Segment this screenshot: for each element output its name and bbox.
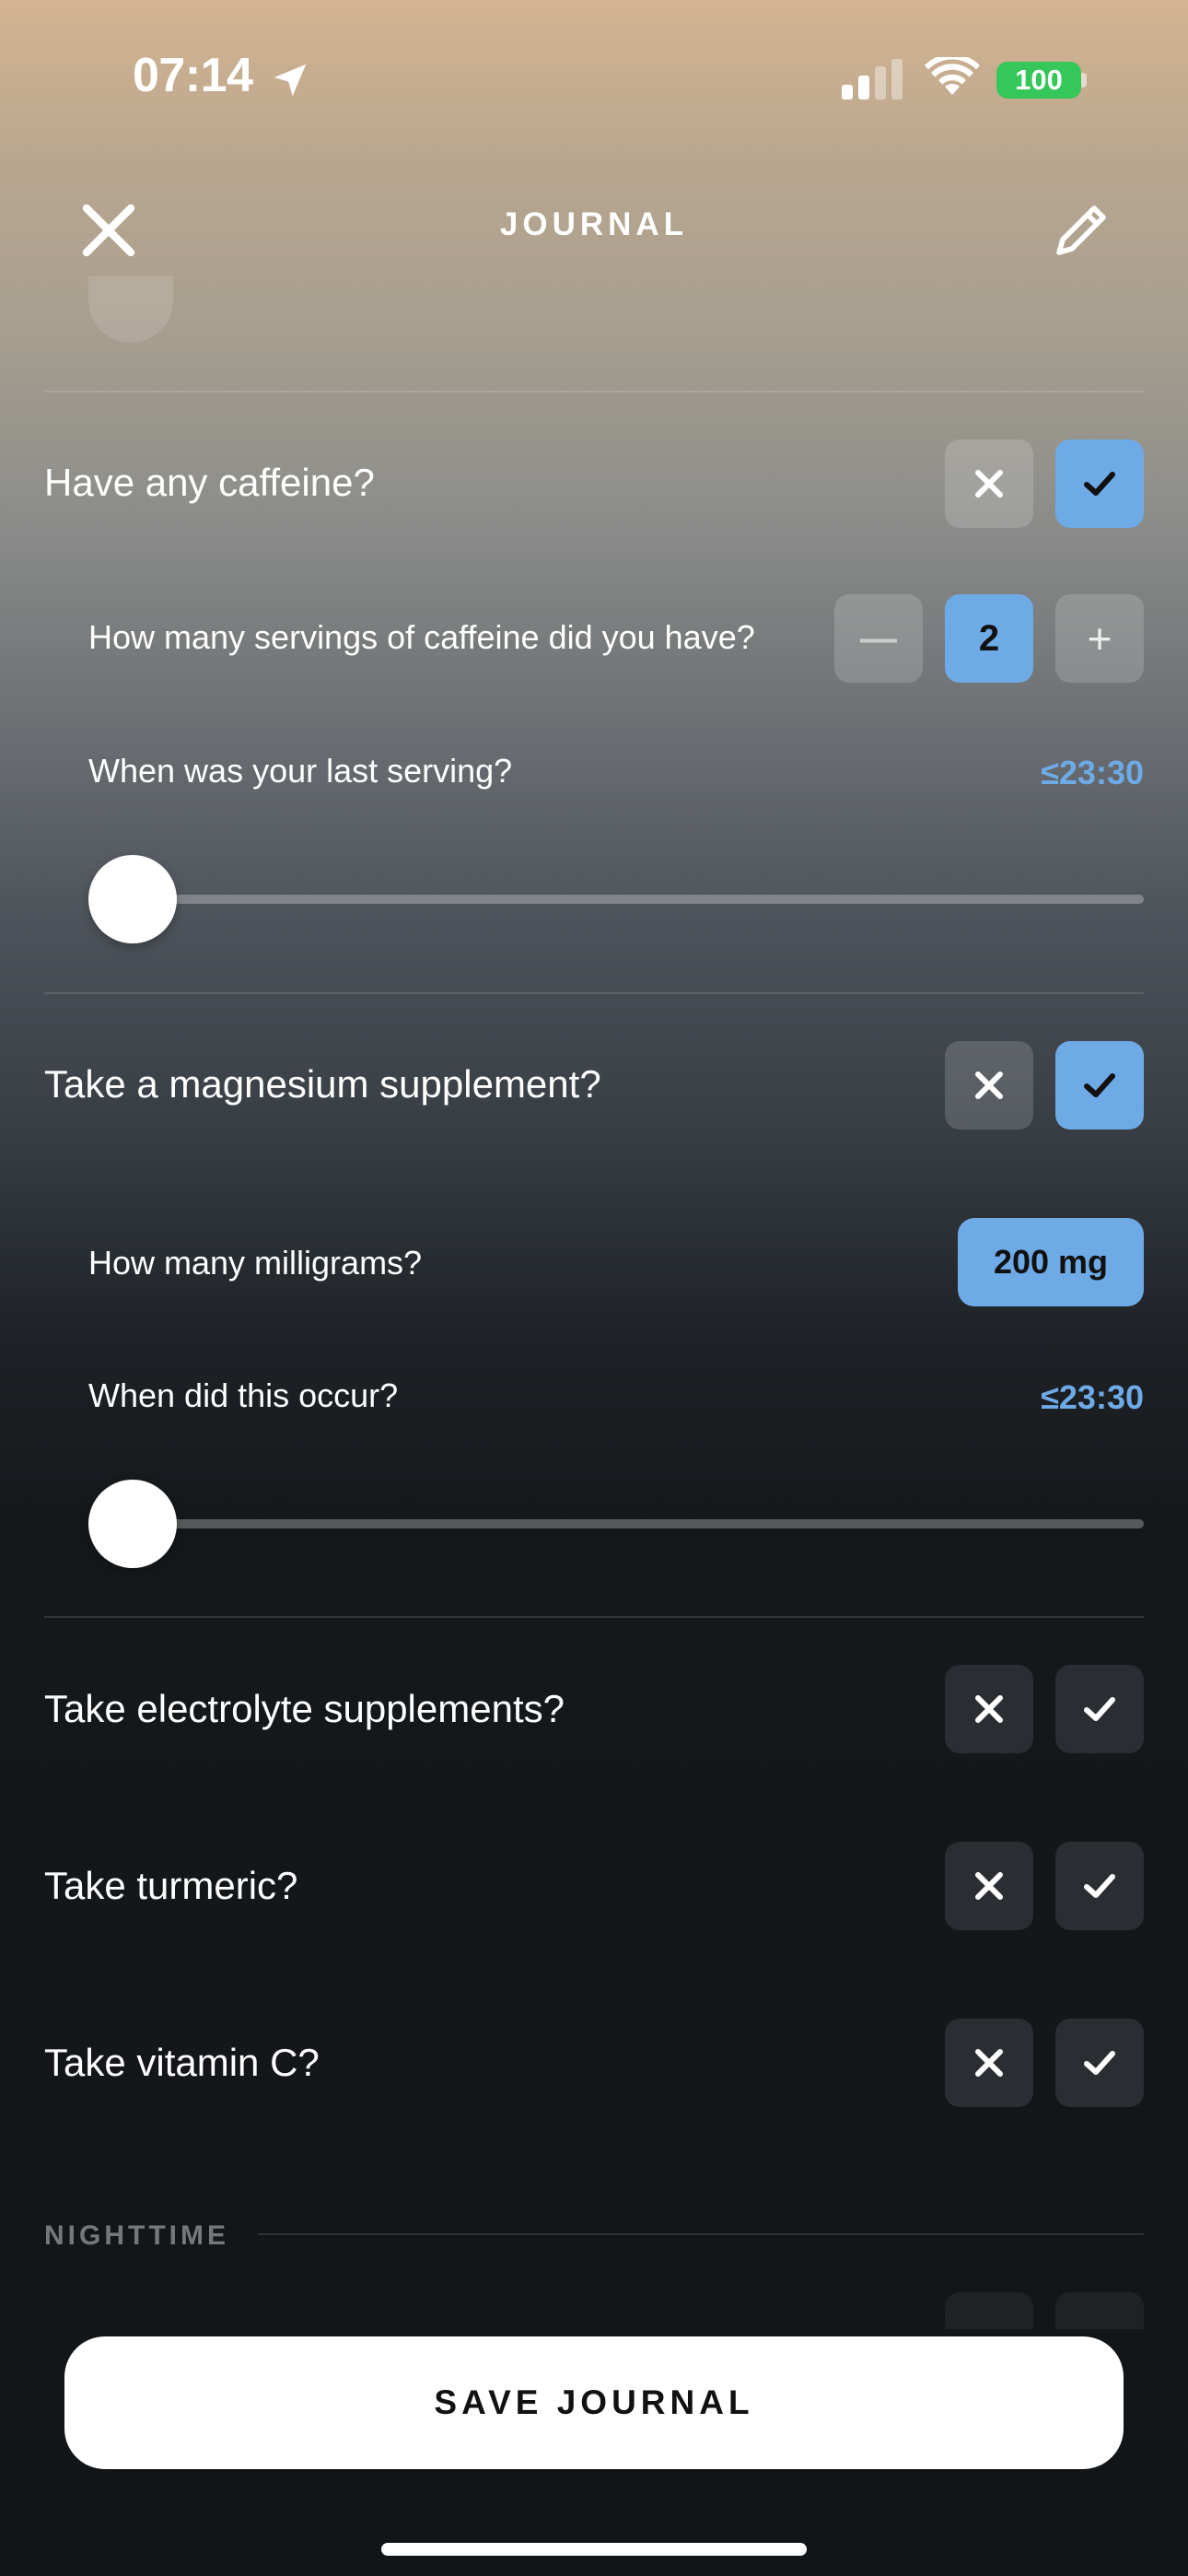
battery-nub	[1081, 73, 1087, 88]
x-icon	[975, 470, 1003, 498]
check-icon	[1084, 2051, 1115, 2075]
x-icon	[975, 1872, 1003, 1900]
magnesium-yes-button[interactable]	[1055, 1041, 1144, 1130]
next-row-peek	[1055, 2292, 1144, 2329]
section-divider	[258, 2233, 1144, 2235]
question-turmeric: Take turmeric?	[44, 1864, 298, 1907]
caffeine-yes-button[interactable]	[1055, 439, 1144, 528]
magnesium-no-button[interactable]	[945, 1041, 1033, 1130]
save-journal-button[interactable]: SAVE JOURNAL	[64, 2336, 1124, 2469]
caffeine-last-serving-time: ≤23:30	[1041, 754, 1144, 791]
magnesium-amount-label: How many milligrams?	[88, 1244, 423, 1282]
caffeine-last-serving-label: When was your last serving?	[88, 752, 513, 790]
vitamin-c-no-button[interactable]	[945, 2019, 1033, 2107]
magnesium-time-slider-thumb[interactable]	[88, 1480, 177, 1568]
location-arrow-icon	[274, 64, 307, 97]
servings-value: 2	[945, 594, 1033, 683]
home-indicator[interactable]	[381, 2543, 807, 2556]
check-icon	[1084, 1874, 1115, 1898]
caffeine-time-slider-thumb[interactable]	[88, 855, 177, 943]
divider	[44, 992, 1144, 994]
divider	[44, 391, 1144, 392]
caffeine-no-button[interactable]	[945, 439, 1033, 528]
question-electrolyte: Take electrolyte supplements?	[44, 1687, 565, 1730]
magnesium-time-value: ≤23:30	[1041, 1378, 1144, 1416]
divider	[44, 1616, 1144, 1618]
pencil-icon[interactable]	[1048, 197, 1114, 263]
check-icon	[1084, 1697, 1115, 1721]
page-title: JOURNAL	[499, 206, 689, 242]
question-magnesium: Take a magnesium supplement?	[44, 1062, 601, 1106]
servings-increment-button[interactable]: +	[1055, 594, 1144, 683]
scrolled-item-peek	[88, 276, 173, 343]
magnesium-time-slider-track[interactable]	[129, 1519, 1144, 1528]
turmeric-no-button[interactable]	[945, 1842, 1033, 1930]
battery-icon: 100	[996, 62, 1081, 99]
caffeine-time-slider-track[interactable]	[129, 895, 1144, 904]
electrolyte-no-button[interactable]	[945, 1665, 1033, 1753]
x-icon	[975, 1695, 1003, 1723]
vitamin-c-yes-button[interactable]	[1055, 2019, 1144, 2107]
magnesium-amount-button[interactable]: 200 mg	[958, 1218, 1144, 1306]
cellular-signal-icon	[842, 59, 903, 100]
check-icon	[1084, 472, 1115, 496]
wifi-icon	[925, 57, 980, 95]
x-icon	[975, 1071, 1003, 1099]
caffeine-servings-label: How many servings of caffeine did you ha…	[88, 618, 755, 656]
next-row-peek	[945, 2292, 1033, 2329]
section-header-nighttime: NIGHTTIME	[44, 2220, 229, 2251]
magnesium-time-label: When did this occur?	[88, 1376, 399, 1414]
turmeric-yes-button[interactable]	[1055, 1842, 1144, 1930]
question-caffeine: Have any caffeine?	[44, 461, 375, 504]
check-icon	[1084, 1073, 1115, 1097]
electrolyte-yes-button[interactable]	[1055, 1665, 1144, 1753]
status-time: 07:14	[133, 49, 253, 102]
question-vitamin-c: Take vitamin C?	[44, 2041, 320, 2084]
x-icon	[975, 2049, 1003, 2077]
servings-decrement-button[interactable]: —	[834, 594, 923, 683]
